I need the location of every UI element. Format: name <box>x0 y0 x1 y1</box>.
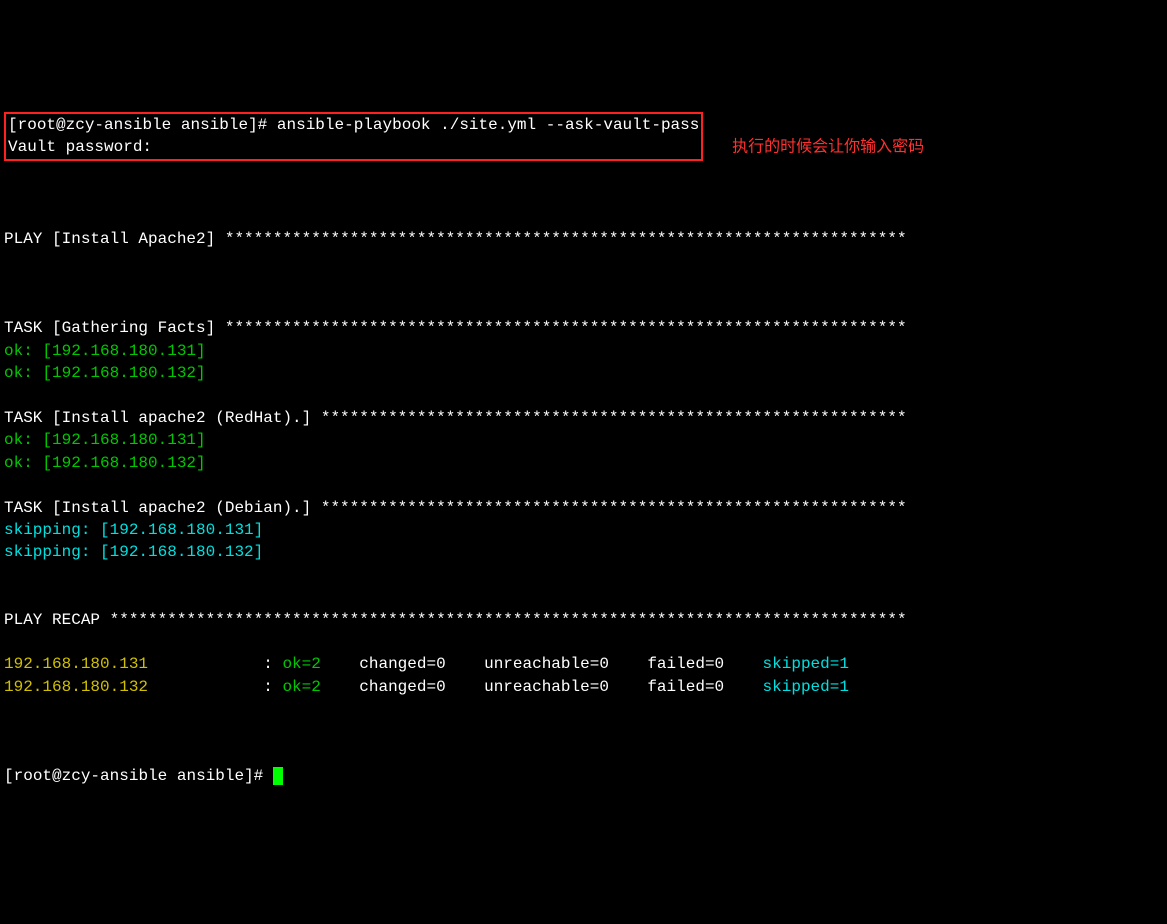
task-header: TASK [Gathering Facts] *****************… <box>4 317 1163 339</box>
task-result-line: ok: [192.168.180.131] <box>4 429 1163 451</box>
task-result-line: ok: [192.168.180.132] <box>4 362 1163 384</box>
command-text: ansible-playbook ./site.yml --ask-vault-… <box>277 116 699 134</box>
task-result-line: ok: [192.168.180.131] <box>4 340 1163 362</box>
prompt-dir: ansible <box>181 116 248 134</box>
vault-password-prompt: Vault password: <box>8 138 152 156</box>
task-header: TASK [Install apache2 (RedHat).] *******… <box>4 407 1163 429</box>
task-header: TASK [Install apache2 (Debian).] *******… <box>4 497 1163 519</box>
asterisk-fill-play: ****************************************… <box>225 230 907 248</box>
asterisk-fill-recap: ****************************************… <box>110 611 907 629</box>
play-header: PLAY [Install Apache2] *****************… <box>4 230 907 248</box>
task-result-line: skipping: [192.168.180.131] <box>4 519 1163 541</box>
annotation-text: 执行的时候会让你输入密码 <box>732 138 924 155</box>
final-prompt[interactable]: [root@zcy-ansible ansible]# <box>4 765 1163 787</box>
recap-row: 192.168.180.131 : ok=2 changed=0 unreach… <box>4 653 1163 675</box>
recap-header: PLAY RECAP *****************************… <box>4 611 907 629</box>
cursor-icon <box>273 767 283 785</box>
highlighted-command-box: [root@zcy-ansible ansible]# ansible-play… <box>4 112 703 161</box>
prompt-host: zcy-ansible <box>66 116 172 134</box>
task-result-line: ok: [192.168.180.132] <box>4 452 1163 474</box>
recap-row: 192.168.180.132 : ok=2 changed=0 unreach… <box>4 676 1163 698</box>
task-result-line: skipping: [192.168.180.132] <box>4 541 1163 563</box>
terminal-output: [root@zcy-ansible ansible]# ansible-play… <box>0 90 1167 813</box>
prompt-user: root <box>18 116 56 134</box>
